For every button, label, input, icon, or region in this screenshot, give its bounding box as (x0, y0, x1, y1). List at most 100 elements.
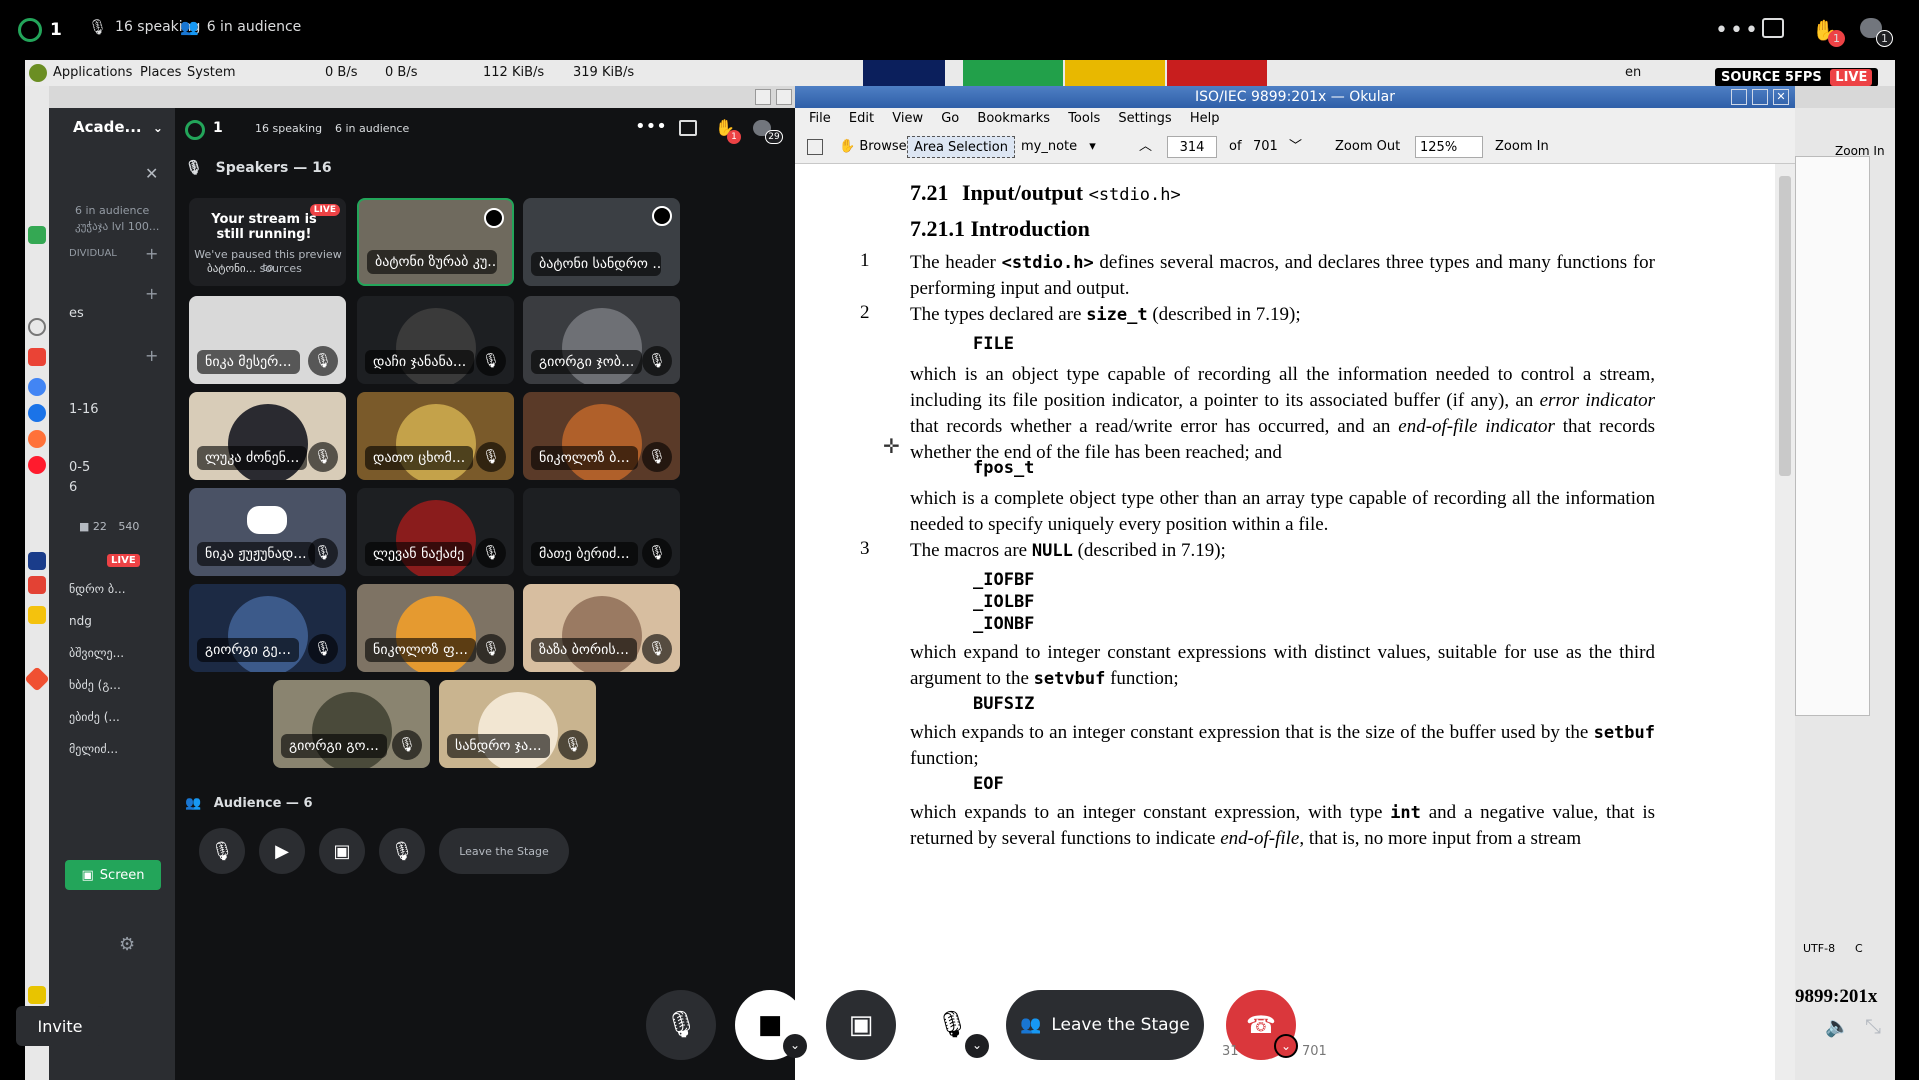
inner-leave-stage-button[interactable]: Leave the Stage (439, 828, 569, 874)
sidebar-member[interactable]: ndg (69, 614, 92, 628)
stream-preview-tile[interactable]: LIVE Your stream is still running! We've… (189, 198, 346, 286)
speaker-tile[interactable]: გიორგი ჯობ... 🎙 (523, 296, 680, 384)
menu-help[interactable]: Help (1190, 111, 1220, 126)
speaker-name: ნიკოლოზ ფ... (365, 638, 476, 662)
git-icon[interactable] (25, 666, 50, 692)
annotation-select[interactable]: my_note ▾ (1021, 136, 1096, 158)
notifications-button[interactable]: 1 (1860, 18, 1893, 47)
stage-listener-indicator[interactable]: 1 (18, 18, 62, 42)
sidebar-member[interactable]: ებიძე (... (69, 710, 120, 724)
sidebar-member[interactable]: მელიძ... (69, 742, 118, 756)
speaker-tile[interactable]: ნიკა ჟუჟუნად... 🎙 (189, 488, 346, 576)
area-selection-tool[interactable]: Area Selection (907, 136, 1015, 158)
volume-muted-icon[interactable]: 🔈 (1825, 1014, 1850, 1038)
server-header[interactable]: Acade... ⌄ (49, 108, 175, 148)
sidebar-text: 0-5 (69, 460, 91, 475)
listener-count: 1 (50, 20, 62, 40)
speaker-tile[interactable]: ბატონი სანდრო ... (523, 198, 680, 286)
globe-icon[interactable] (28, 318, 46, 336)
more-options-icon[interactable]: ••• (635, 116, 667, 137)
vivaldi-icon[interactable] (28, 348, 46, 366)
menu-places[interactable]: Places (140, 65, 181, 80)
menu-edit[interactable]: Edit (849, 111, 874, 126)
page-number-input[interactable]: 314 (1167, 136, 1217, 158)
speaker-tile[interactable]: ნიკოლოზ ფ... 🎙 (357, 584, 514, 672)
zoom-select[interactable]: 125% (1415, 136, 1483, 158)
menu-system[interactable]: System (187, 65, 235, 80)
chrome-icon[interactable] (28, 378, 46, 396)
minimize-icon[interactable] (1731, 89, 1747, 105)
invite-button[interactable]: Invite (16, 1006, 104, 1046)
exit-fullscreen-icon[interactable]: ⤡ (1865, 1014, 1881, 1038)
sidebar-member[interactable]: ნდრო ბ... (69, 582, 126, 596)
stage-icon (18, 18, 42, 42)
scrollbar-thumb[interactable] (1779, 176, 1791, 476)
speaker-tile[interactable]: ლევან ნაქაძე 🎙 (357, 488, 514, 576)
speaker-tile[interactable]: დაჩი ჯანანა... 🎙 (357, 296, 514, 384)
add-channel-icon[interactable]: + (145, 346, 158, 365)
mute-toggle-button[interactable]: 🎙 (646, 990, 716, 1060)
camera-button[interactable]: ■ ⌄ (735, 990, 807, 1060)
inbox-icon[interactable] (1762, 18, 1784, 38)
menu-go[interactable]: Go (941, 111, 959, 126)
audience-header[interactable]: 👥 Audience — 6 ⌄ (185, 796, 805, 811)
menu-file[interactable]: File (809, 111, 831, 126)
encoding-label: UTF-8 (1803, 942, 1836, 955)
add-channel-icon[interactable]: + (145, 284, 158, 303)
speaker-tile[interactable]: ლუკა ძონენ... 🎙 (189, 392, 346, 480)
inner-unmute-button[interactable]: 🎙 (199, 828, 245, 874)
speaker-tile[interactable]: ზაზა ბორის... 🎙 (523, 584, 680, 672)
more-options-icon[interactable]: ••• (1715, 18, 1760, 43)
inner-share-button[interactable]: ▣ (319, 828, 365, 874)
spreadsheet-icon[interactable] (28, 226, 46, 244)
speaker-tile[interactable]: ნიკა მესერ... 🎙 (189, 296, 346, 384)
browse-tool[interactable]: ✋ Browse (839, 136, 907, 158)
sidebar-category[interactable]: DIVIDUAL (69, 248, 117, 259)
inner-camera-button[interactable]: ▶ (259, 828, 305, 874)
settings-icon[interactable]: ⚙ (119, 934, 135, 955)
close-icon[interactable]: ✕ (1773, 89, 1789, 105)
menu-view[interactable]: View (892, 111, 923, 126)
speakers-header[interactable]: 🎙 Speakers — 16 ⌄ (185, 160, 805, 176)
vertical-scrollbar[interactable] (1775, 164, 1795, 1080)
firefox-icon[interactable] (28, 430, 46, 448)
sidebar-toggle-icon[interactable] (807, 139, 823, 155)
microphone-button[interactable]: 🎙 ⌄ (917, 990, 989, 1060)
menu-settings[interactable]: Settings (1118, 111, 1171, 126)
inbox-icon[interactable] (679, 120, 697, 136)
previous-page-icon[interactable]: ︿ (1139, 136, 1152, 158)
inner-mic-button[interactable]: 🎙 (379, 828, 425, 874)
speaker-tile[interactable]: მათე ბერიძ... 🎙 (523, 488, 680, 576)
screen-share-button[interactable]: ▣ Screen (65, 860, 161, 890)
notes-icon[interactable] (28, 606, 46, 624)
next-page-icon[interactable]: ﹀ (1289, 136, 1302, 158)
speaker-tile[interactable]: ნიკოლოზ ბ... 🎙 (523, 392, 680, 480)
speaker-tile[interactable]: გიორგი გო... 🎙 (273, 680, 430, 768)
speaker-tile[interactable]: გიორგი გე... 🎙 (189, 584, 346, 672)
sidebar-member[interactable]: ბშვილე... (69, 646, 124, 660)
speaker-name: ნიკა ჟუჟუნად... (197, 542, 315, 566)
opera-icon[interactable] (28, 456, 46, 474)
zoom-out-button[interactable]: Zoom Out (1335, 136, 1400, 158)
speaker-tile[interactable]: სანდრო ჯა... 🎙 (439, 680, 596, 768)
add-channel-icon[interactable]: + (145, 244, 158, 263)
close-icon[interactable]: ✕ (145, 164, 158, 183)
screen-share-button[interactable]: ▣ (826, 990, 896, 1060)
app-icon[interactable] (28, 552, 46, 570)
maximize-icon[interactable] (1752, 89, 1768, 105)
app-icon[interactable] (28, 576, 46, 594)
speaker-tile[interactable]: დათო ცხომ... 🎙 (357, 392, 514, 480)
keyboard-layout[interactable]: en (1625, 65, 1641, 80)
chromium-icon[interactable] (28, 404, 46, 422)
minimize-icon[interactable] (755, 89, 771, 105)
leave-stage-button[interactable]: 👥 Leave the Stage (1006, 990, 1204, 1060)
menu-applications[interactable]: Applications (53, 65, 132, 80)
zoom-in-button[interactable]: Zoom In (1495, 136, 1549, 158)
raise-hand-button[interactable]: ✋ 1 (1812, 18, 1845, 47)
maximize-icon[interactable] (776, 89, 792, 105)
menu-bookmarks[interactable]: Bookmarks (977, 111, 1050, 126)
menu-tools[interactable]: Tools (1068, 111, 1100, 126)
app-icon[interactable] (28, 986, 46, 1004)
speaker-tile[interactable]: ბატონი ზურაბ კუ... (357, 198, 514, 286)
sidebar-member[interactable]: ხბძე (გ... (69, 678, 121, 692)
